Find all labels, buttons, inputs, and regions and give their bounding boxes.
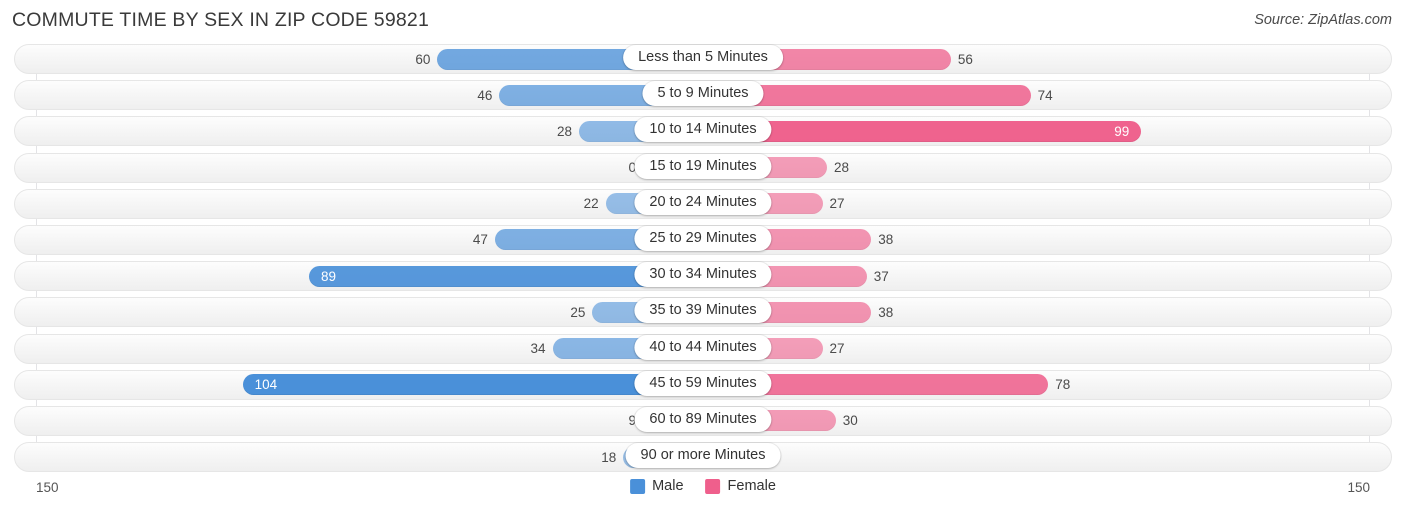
- bar-row[interactable]: 18 090 or more Minutes: [14, 442, 1392, 473]
- female-value-label: 27: [829, 196, 845, 212]
- bar-row[interactable]: 0 28 15 to 19 Minutes: [14, 152, 1392, 183]
- bar-row[interactable]: 46 74 5 to 9 Minutes: [14, 80, 1392, 111]
- legend-item-male[interactable]: Male: [630, 478, 684, 494]
- category-label: 60 to 89 Minutes: [634, 406, 772, 432]
- page-title: COMMUTE TIME BY SEX IN ZIP CODE 59821: [12, 9, 430, 31]
- female-value-label: 99: [1114, 123, 1130, 139]
- bar-row[interactable]: 28 99 10 to 14 Minutes: [14, 116, 1392, 147]
- female-value-label: 38: [878, 232, 894, 248]
- female-value-label: 74: [1037, 87, 1053, 103]
- male-value-label: 46: [477, 87, 493, 103]
- category-label: 30 to 34 Minutes: [634, 262, 772, 288]
- bar-row[interactable]: 89 37 30 to 34 Minutes: [14, 261, 1392, 292]
- male-value-label: 22: [583, 196, 599, 212]
- bar-row[interactable]: 60 56 Less than 5 Minutes: [14, 44, 1392, 74]
- male-side: 104: [15, 371, 703, 399]
- female-value-label: 78: [1055, 377, 1071, 393]
- legend-label-female: Female: [727, 478, 776, 494]
- category-label: 90 or more Minutes: [625, 443, 781, 469]
- chart-footer: 150 150 Male Female: [14, 478, 1392, 514]
- axis-label-left: 150: [36, 480, 59, 495]
- male-value-label: 47: [472, 232, 488, 248]
- bar-row[interactable]: 9 30 60 to 89 Minutes: [14, 405, 1392, 436]
- female-side: 30: [703, 407, 1391, 435]
- female-side: 99: [703, 117, 1391, 145]
- legend-label-male: Male: [652, 478, 684, 494]
- bar-row[interactable]: 34 27 40 to 44 Minutes: [14, 333, 1392, 364]
- legend-swatch-female-icon: [705, 478, 721, 494]
- female-side: 78: [703, 371, 1391, 399]
- legend-item-female[interactable]: Female: [705, 478, 776, 494]
- male-side: 46: [15, 81, 703, 109]
- category-label: 10 to 14 Minutes: [634, 117, 772, 143]
- legend: Male Female: [630, 478, 776, 494]
- female-side: 56: [703, 45, 1391, 73]
- source-attribution: Source: ZipAtlas.com: [1254, 12, 1392, 28]
- male-side: 60: [15, 45, 703, 73]
- bar-rows-container: 60 56 Less than 5 Minutes 46 74 5 to 9 Minute…: [14, 44, 1392, 473]
- male-side: 9: [15, 407, 703, 435]
- male-side: 34: [15, 335, 703, 363]
- male-side: 0: [15, 154, 703, 182]
- male-side: 28: [15, 117, 703, 145]
- male-side: 89: [15, 262, 703, 290]
- bar-row[interactable]: 22 27 20 to 24 Minutes: [14, 188, 1392, 219]
- male-side: 25: [15, 298, 703, 326]
- female-side: 74: [703, 81, 1391, 109]
- male-side: 22: [15, 190, 703, 218]
- female-value-label: 27: [829, 341, 845, 356]
- female-side: 38: [703, 298, 1391, 326]
- male-value-label: 18: [601, 449, 617, 465]
- female-side: 37: [703, 262, 1391, 290]
- male-side: 47: [15, 226, 703, 254]
- bar-row[interactable]: 104 78 45 to 59 Minutes: [14, 369, 1392, 400]
- male-value-label: 28: [557, 123, 573, 139]
- female-value-label: 38: [878, 304, 894, 320]
- female-side: 38: [703, 226, 1391, 254]
- male-value-label: 89: [321, 268, 337, 284]
- female-value-label: 30: [842, 413, 858, 429]
- category-label: 40 to 44 Minutes: [634, 334, 772, 360]
- category-label: 25 to 29 Minutes: [634, 225, 772, 251]
- category-label: 20 to 24 Minutes: [634, 189, 772, 215]
- category-label: 45 to 59 Minutes: [634, 370, 772, 396]
- male-value-label: 25: [570, 304, 586, 320]
- male-side: 18: [15, 443, 703, 471]
- category-label: Less than 5 Minutes: [623, 45, 783, 70]
- female-value-label: 37: [873, 268, 889, 284]
- axis-label-right: 150: [1347, 480, 1370, 495]
- category-label: 15 to 19 Minutes: [634, 153, 772, 179]
- chart-header: COMMUTE TIME BY SEX IN ZIP CODE 59821 So…: [0, 0, 1406, 44]
- female-value-label: 28: [833, 160, 849, 176]
- male-value-label: 104: [254, 377, 278, 393]
- male-value-label: 60: [415, 51, 431, 67]
- chart-plot-area: 60 56 Less than 5 Minutes 46 74 5 to 9 Minute…: [14, 44, 1392, 478]
- bar-row[interactable]: 25 38 35 to 39 Minutes: [14, 297, 1392, 328]
- female-value-label: 56: [957, 51, 973, 67]
- bar-row[interactable]: 47 38 25 to 29 Minutes: [14, 224, 1392, 255]
- category-label: 35 to 39 Minutes: [634, 298, 772, 324]
- legend-swatch-male-icon: [630, 478, 646, 494]
- female-side: 0: [703, 443, 1391, 471]
- category-label: 5 to 9 Minutes: [642, 81, 764, 107]
- female-side: 27: [703, 190, 1391, 218]
- male-value-label: 34: [530, 341, 546, 356]
- female-side: 28: [703, 154, 1391, 182]
- female-side: 27: [703, 335, 1391, 363]
